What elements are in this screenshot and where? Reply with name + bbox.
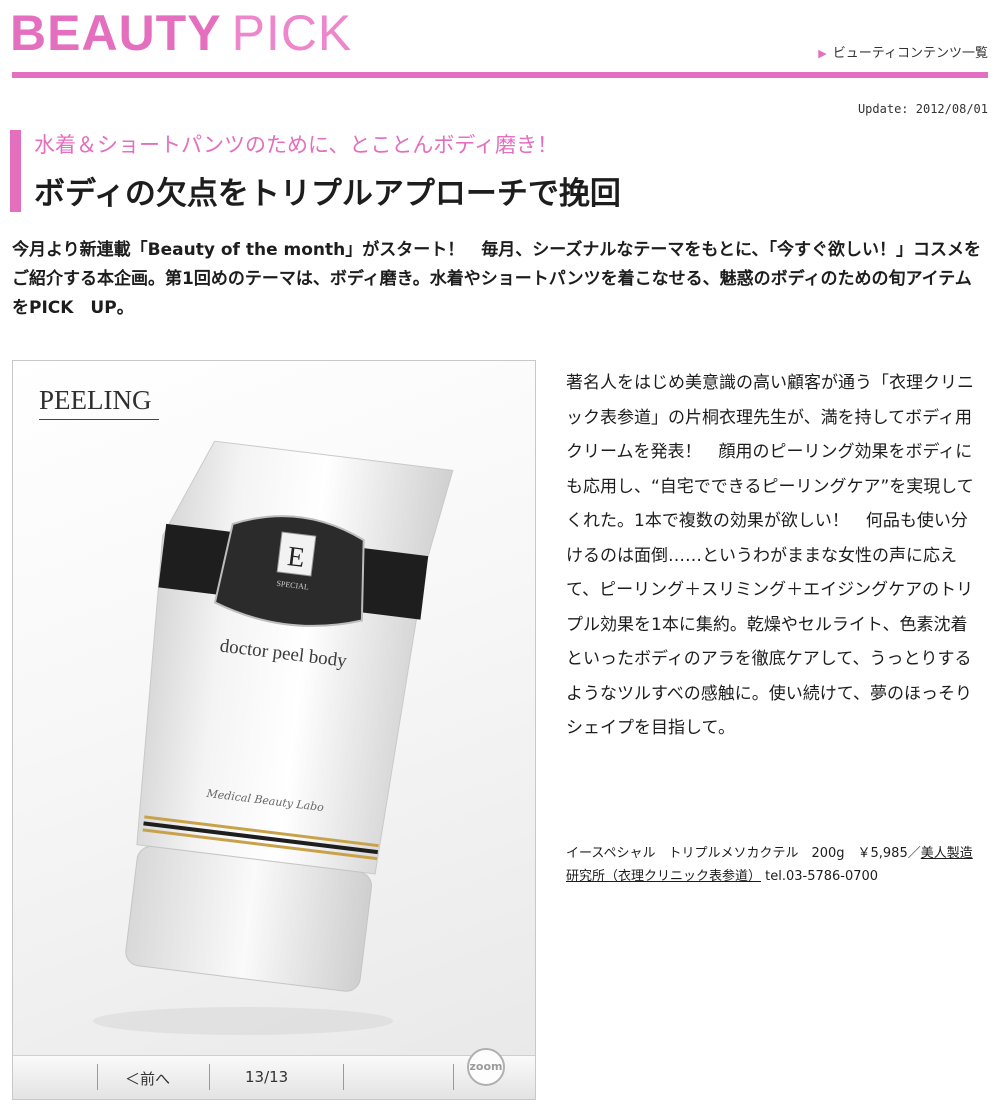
image-label-underline [39, 419, 159, 420]
beauty-content-list-label: ビューティコンテンツ一覧 [832, 46, 988, 61]
header-divider [12, 72, 988, 78]
logo-word-beauty: BEAUTY [10, 5, 222, 61]
nav-separator [453, 1064, 454, 1090]
article-body: 著名人をはじめ美意識の高い顧客が通う「衣理クリニック表参道」の片桐衣理先生が、満… [566, 373, 974, 738]
nav-separator [343, 1064, 344, 1090]
product-info: イースペシャル トリプルメソカクテル 200g ￥5,985／美人製造研究所（衣… [566, 842, 984, 888]
gallery-navigation-bar: ＜前へ 13/13 zoom [13, 1048, 535, 1099]
nav-separator [209, 1064, 210, 1090]
arrow-right-icon: ▶ [818, 47, 827, 60]
article-subheading: 水着＆ショートパンツのために、とことんボディ磨き！ [34, 133, 558, 157]
cream-tube-illustration: E SPECIAL doctor peel body Medical Beaut… [93, 440, 454, 1035]
zoom-icon[interactable]: zoom [467, 1048, 505, 1086]
beauty-pick-logo[interactable]: BEAUTY PICK [10, 4, 352, 64]
product-tel: tel.03-5786-0700 [761, 869, 879, 884]
article-title: ボディの欠点をトリプルアプローチで挽回 [34, 176, 621, 212]
beauty-content-list-link[interactable]: ▶ ビューティコンテンツ一覧 [818, 42, 988, 61]
update-date: Update: 2012/08/01 [857, 102, 988, 116]
previous-image-button[interactable]: ＜前へ [125, 1068, 170, 1089]
product-name-price: イースペシャル トリプルメソカクテル 200g ￥5,985／ [566, 846, 921, 861]
headline-accent-bar [10, 130, 21, 212]
image-counter: 13/13 [245, 1068, 289, 1086]
nav-separator [97, 1064, 98, 1090]
article-lead: 今月より新連載「Beauty of the month」がスタート！ 毎月、シー… [12, 240, 982, 318]
product-photo-gallery: E SPECIAL doctor peel body Medical Beaut… [12, 360, 536, 1100]
logo-word-pick: PICK [231, 5, 353, 61]
image-label-peeling: PEELING [39, 385, 152, 415]
product-photo[interactable]: E SPECIAL doctor peel body Medical Beaut… [13, 361, 535, 1055]
